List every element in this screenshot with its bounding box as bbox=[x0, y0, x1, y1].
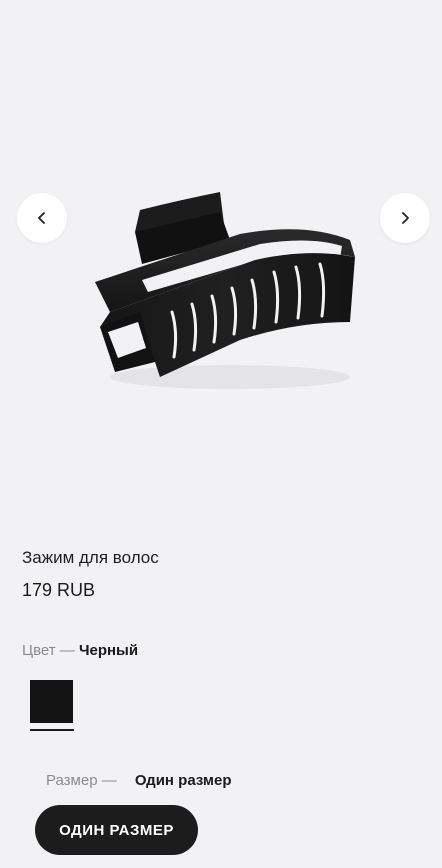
color-selector-label: Цвет — Черный bbox=[22, 642, 138, 659]
color-label: Цвет — bbox=[22, 642, 79, 659]
product-gallery bbox=[0, 0, 442, 520]
product-price: 179 RUB bbox=[22, 580, 96, 600]
gallery-prev-button[interactable] bbox=[17, 193, 67, 243]
chevron-left-icon bbox=[38, 212, 45, 224]
product-image[interactable] bbox=[80, 172, 370, 402]
size-option-button[interactable]: ОДИН РАЗМЕР bbox=[35, 805, 198, 855]
product-page: Зажим для волос 179 RUB Цвет — Черный Ра… bbox=[0, 0, 442, 868]
product-title: Зажим для волос bbox=[22, 548, 159, 567]
color-swatch-black[interactable] bbox=[30, 680, 73, 723]
color-value: Черный bbox=[78, 642, 139, 659]
selected-swatch-indicator bbox=[30, 729, 74, 731]
size-selector-label: Размер — Один размер bbox=[46, 772, 232, 789]
size-value: Один размер bbox=[134, 772, 232, 789]
gallery-next-button[interactable] bbox=[380, 193, 430, 243]
size-label: Размер — bbox=[46, 772, 121, 789]
chevron-right-icon bbox=[402, 212, 409, 224]
hair-claw-clip-image bbox=[95, 192, 355, 389]
